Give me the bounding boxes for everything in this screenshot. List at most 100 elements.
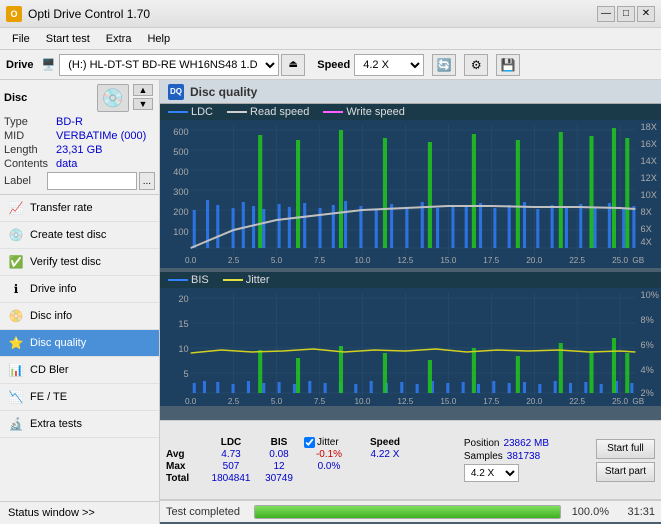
stats-avg-speed: 4.22 X: [355, 449, 415, 460]
stats-avg-jitter: -0.1%: [304, 449, 354, 460]
title-bar-left: O Opti Drive Control 1.70: [6, 6, 150, 22]
drive-label: Drive: [6, 59, 34, 71]
speed-select-small[interactable]: 4.2 X: [464, 464, 519, 482]
svg-text:20: 20: [178, 294, 188, 304]
svg-text:15: 15: [178, 319, 188, 329]
progress-bar-fill: [255, 506, 560, 518]
stats-max-jitter: 0.0%: [304, 461, 354, 472]
drive-toolbar: Drive 🖥️ (H:) HL-DT-ST BD-RE WH16NS48 1.…: [0, 50, 661, 80]
save-button[interactable]: 💾: [496, 54, 520, 76]
svg-text:15.0: 15.0: [440, 256, 456, 265]
title-bar-controls[interactable]: — □ ✕: [597, 6, 655, 22]
samples-label: Samples: [464, 451, 503, 462]
sidebar-item-verify-test-disc[interactable]: ✅ Verify test disc: [0, 249, 159, 276]
drive-select[interactable]: (H:) HL-DT-ST BD-RE WH16NS48 1.D3: [59, 54, 279, 76]
mid-value: VERBATIMe (000): [56, 130, 146, 142]
sidebar-item-disc-quality[interactable]: ⭐ Disc quality: [0, 330, 159, 357]
stats-avg-bis: 0.08: [258, 449, 300, 460]
stats-total-ldc: 1804841: [205, 473, 257, 484]
svg-text:6%: 6%: [641, 340, 654, 350]
jitter-checkbox-area: Jitter: [304, 437, 354, 448]
disc-down-button[interactable]: ▼: [133, 98, 153, 110]
svg-text:22.5: 22.5: [569, 397, 585, 406]
svg-text:100: 100: [173, 227, 188, 237]
content-area: DQ Disc quality LDC Read speed Write spe…: [160, 80, 661, 524]
verify-test-disc-icon: ✅: [8, 254, 24, 270]
status-text: Test completed: [166, 506, 246, 518]
speed-select[interactable]: 4.2 X: [354, 54, 424, 76]
sidebar-item-disc-info[interactable]: 📀 Disc info: [0, 303, 159, 330]
svg-text:5.0: 5.0: [271, 397, 283, 406]
menu-start-test[interactable]: Start test: [38, 31, 98, 47]
close-button[interactable]: ✕: [637, 6, 655, 22]
label-input[interactable]: [47, 172, 137, 190]
progress-text: 100.0%: [569, 506, 609, 518]
sidebar: Disc 💿 ▲ ▼ Type BD-R MID VERBATIMe (000)…: [0, 80, 160, 524]
type-label: Type: [4, 116, 56, 128]
disc-info-panel: Disc 💿 ▲ ▼ Type BD-R MID VERBATIMe (000)…: [0, 80, 159, 195]
sidebar-item-fe-te[interactable]: 📉 FE / TE: [0, 384, 159, 411]
sidebar-item-cd-bler[interactable]: 📊 CD Bler: [0, 357, 159, 384]
menu-file[interactable]: File: [4, 31, 38, 47]
svg-text:10: 10: [178, 344, 188, 354]
svg-text:8%: 8%: [641, 315, 654, 325]
status-window-button[interactable]: Status window >>: [0, 501, 159, 524]
legend-write-speed: Write speed: [323, 106, 405, 118]
disc-info-label: Disc info: [30, 310, 72, 322]
menu-extra[interactable]: Extra: [98, 31, 140, 47]
stats-avg-label: Avg: [166, 449, 204, 460]
progress-bar-bg: [254, 505, 561, 519]
svg-text:12.5: 12.5: [397, 256, 413, 265]
svg-text:10%: 10%: [641, 290, 659, 300]
maximize-button[interactable]: □: [617, 6, 635, 22]
svg-text:4X: 4X: [641, 237, 652, 247]
sidebar-item-drive-info[interactable]: ℹ Drive info: [0, 276, 159, 303]
sidebar-item-create-test-disc[interactable]: 💿 Create test disc: [0, 222, 159, 249]
disc-mid-row: MID VERBATIMe (000): [4, 130, 155, 142]
settings-button[interactable]: ⚙: [464, 54, 488, 76]
transfer-rate-label: Transfer rate: [30, 202, 93, 214]
jitter-checkbox[interactable]: [304, 437, 315, 448]
start-full-button[interactable]: Start full: [596, 439, 655, 459]
chart2-wrapper: BIS Jitter: [160, 272, 661, 420]
stats-grid: LDC BIS Jitter Speed Avg 4.73 0.08 -0.1%: [166, 437, 415, 484]
refresh-button[interactable]: 🔄: [432, 54, 456, 76]
svg-text:20.0: 20.0: [526, 397, 542, 406]
stats-bar: LDC BIS Jitter Speed Avg 4.73 0.08 -0.1%: [160, 420, 661, 500]
svg-text:10.0: 10.0: [354, 397, 370, 406]
cd-bler-label: CD Bler: [30, 364, 69, 376]
svg-text:0.0: 0.0: [185, 256, 197, 265]
minimize-button[interactable]: —: [597, 6, 615, 22]
app-icon: O: [6, 6, 22, 22]
menu-help[interactable]: Help: [139, 31, 178, 47]
sidebar-item-transfer-rate[interactable]: 📈 Transfer rate: [0, 195, 159, 222]
chart2-legend: BIS Jitter: [160, 272, 661, 288]
chart1-svg: 600 500 400 300 200 100 18X 16X 14X 12X …: [160, 120, 661, 268]
mid-label: MID: [4, 130, 56, 142]
svg-text:200: 200: [173, 207, 188, 217]
menu-bar: File Start test Extra Help: [0, 28, 661, 50]
fe-te-icon: 📉: [8, 389, 24, 405]
chart1-wrapper: LDC Read speed Write speed: [160, 104, 661, 272]
svg-text:22.5: 22.5: [569, 256, 585, 265]
app-icon-letter: O: [10, 9, 17, 19]
svg-text:500: 500: [173, 147, 188, 157]
disc-icon: 💿: [97, 84, 129, 112]
label-browse-button[interactable]: ...: [139, 172, 155, 190]
speed-label: Speed: [317, 59, 350, 71]
eject-button[interactable]: ⏏: [281, 54, 305, 76]
svg-text:5: 5: [184, 369, 189, 379]
fe-te-label: FE / TE: [30, 391, 67, 403]
disc-up-button[interactable]: ▲: [133, 84, 153, 96]
svg-text:GB: GB: [632, 397, 644, 406]
svg-text:15.0: 15.0: [440, 397, 456, 406]
drive-info-icon: ℹ: [8, 281, 24, 297]
chart1-legend: LDC Read speed Write speed: [160, 104, 661, 120]
start-part-button[interactable]: Start part: [596, 462, 655, 482]
disc-quality-header: DQ Disc quality: [160, 80, 661, 104]
sidebar-item-extra-tests[interactable]: 🔬 Extra tests: [0, 411, 159, 438]
legend-bis: BIS: [168, 274, 209, 286]
svg-text:20.0: 20.0: [526, 256, 542, 265]
stats-max-label: Max: [166, 461, 204, 472]
start-buttons: Start full Start part: [596, 439, 655, 482]
